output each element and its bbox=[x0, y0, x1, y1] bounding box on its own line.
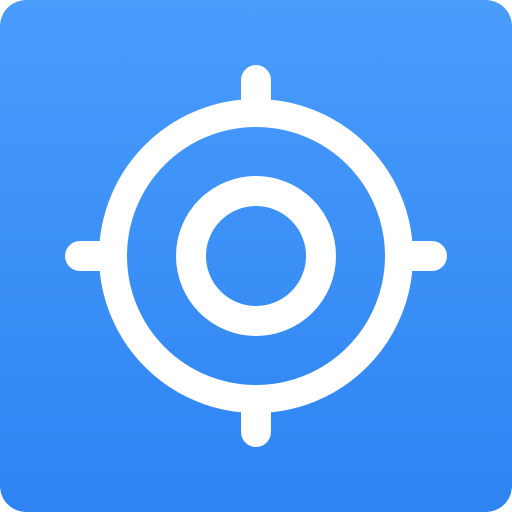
locate-crosshair-icon bbox=[0, 0, 512, 512]
app-icon[interactable] bbox=[0, 0, 512, 512]
